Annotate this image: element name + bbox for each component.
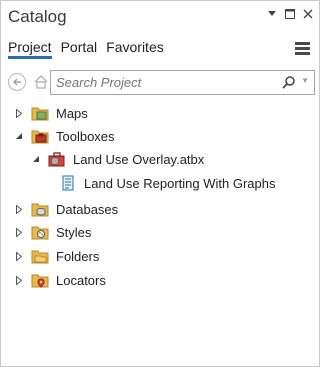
collapse-arrow-icon[interactable] (13, 130, 25, 142)
locators-folder-icon (31, 272, 49, 288)
expand-arrow-icon[interactable] (13, 274, 25, 286)
tree-item-label: Databases (56, 201, 119, 217)
hamburger-menu-icon[interactable] (295, 42, 310, 56)
databases-folder-icon (31, 201, 49, 217)
back-arrow-icon[interactable] (8, 73, 26, 91)
catalog-pane: Catalog Project Portal Favorites Search … (0, 0, 320, 367)
tree-item-folders[interactable]: Folders (13, 245, 99, 267)
home-icon[interactable] (31, 71, 50, 93)
expand-arrow-icon[interactable] (13, 107, 25, 119)
title-bar: Catalog (1, 1, 319, 35)
toolbox-icon (48, 151, 66, 167)
tree-item-label: Land Use Overlay.atbx (73, 151, 205, 167)
maps-folder-icon (31, 105, 49, 121)
tree-item-toolboxes[interactable]: Toolboxes (13, 125, 115, 147)
tree-item-label: Maps (56, 105, 88, 121)
search-options-chevron-icon[interactable]: ▼ (301, 76, 309, 85)
tab-favorites[interactable]: Favorites (106, 39, 164, 59)
tree-item-maps[interactable]: Maps (13, 102, 88, 124)
model-script-icon (59, 175, 77, 191)
search-icon[interactable] (282, 75, 296, 89)
pane-title: Catalog (8, 7, 67, 26)
tree-item-label: Locators (56, 272, 106, 288)
tree-item-model[interactable]: Land Use Reporting With Graphs (59, 172, 275, 194)
close-icon[interactable] (302, 8, 314, 20)
toolboxes-folder-icon (31, 128, 49, 144)
styles-folder-icon (31, 224, 49, 240)
search-input[interactable] (56, 75, 276, 90)
tree-item-label: Styles (56, 224, 92, 240)
maximize-icon[interactable] (284, 8, 296, 20)
catalog-tabs: Project Portal Favorites (8, 39, 164, 59)
tab-portal[interactable]: Portal (61, 39, 98, 59)
folders-folder-icon (31, 248, 49, 264)
tree-item-styles[interactable]: Styles (13, 221, 91, 243)
tree-item-toolbox-file[interactable]: Land Use Overlay.atbx (30, 148, 204, 170)
tree-item-databases[interactable]: Databases (13, 198, 118, 220)
title-controls (266, 8, 314, 20)
tree-item-label: Folders (56, 248, 100, 264)
tab-project[interactable]: Project (8, 39, 52, 59)
search-box: ▼ (50, 70, 315, 95)
expand-arrow-icon[interactable] (13, 226, 25, 238)
tree-item-locators[interactable]: Locators (13, 269, 106, 291)
collapse-arrow-icon[interactable] (30, 153, 42, 165)
tree-item-label: Land Use Reporting With Graphs (84, 175, 276, 191)
tree-item-label: Toolboxes (56, 128, 115, 144)
pane-options-dropdown-icon[interactable] (266, 8, 278, 20)
expand-arrow-icon[interactable] (13, 203, 25, 215)
expand-arrow-icon[interactable] (13, 250, 25, 262)
